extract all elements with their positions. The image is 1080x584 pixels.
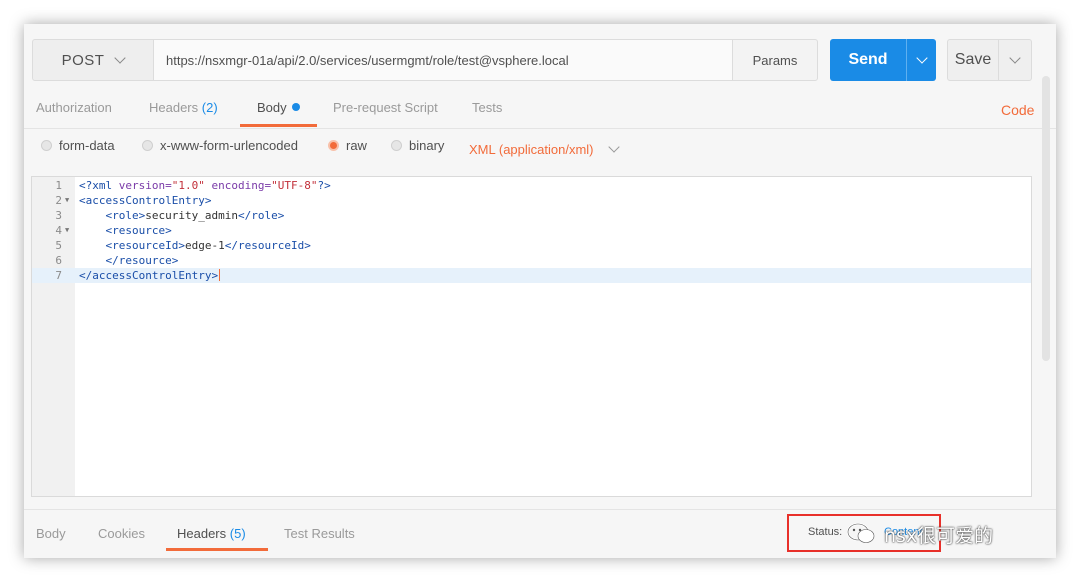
save-button[interactable]: Save [947, 39, 999, 81]
editor-line-current: 7 </accessControlEntry> [32, 268, 1031, 283]
body-indicator-dot [291, 103, 300, 111]
line-code: <resourceId>edge-1</resourceId> [105, 239, 311, 252]
status-label: Status: [808, 526, 843, 538]
response-tab-body[interactable]: Body [36, 526, 66, 541]
tab-headers-label: Headers [149, 100, 199, 115]
radio-urlencoded-label: x-www-form-urlencoded [160, 138, 298, 153]
content-type-label: XML (application/xml) [469, 142, 594, 157]
url-input[interactable]: https://nsxmgr-01a/api/2.0/services/user… [154, 39, 734, 81]
line-number: 5 [55, 239, 62, 252]
response-tab-headers-count: (5) [229, 526, 246, 541]
body-type-radios: form-data x-www-form-urlencoded raw bina… [24, 134, 1056, 164]
window-scrollbar[interactable] [1042, 76, 1050, 361]
body-editor[interactable]: 1 <?xml version="1.0" encoding="UTF-8"?>… [31, 176, 1032, 497]
chevron-down-icon [114, 51, 127, 64]
method-label: POST [61, 51, 105, 69]
line-number: 1 [55, 179, 62, 192]
line-code: <resource> [105, 224, 172, 237]
response-tab-headers-label: Headers [177, 526, 227, 541]
code-link[interactable]: Code [1001, 102, 1034, 118]
radio-circle [142, 140, 153, 151]
editor-line: 4 ▼ <resource> [32, 223, 1031, 238]
radio-binary[interactable]: binary [391, 138, 444, 153]
line-number: 3 [55, 209, 62, 222]
tab-prerequest-script[interactable]: Pre-request Script [333, 100, 438, 115]
line-code: <?xml version="1.0" encoding="UTF-8"?> [79, 179, 331, 192]
tab-tests[interactable]: Tests [472, 100, 502, 115]
fold-arrow-icon[interactable]: ▼ [65, 193, 69, 208]
radio-urlencoded[interactable]: x-www-form-urlencoded [142, 138, 298, 153]
line-number: 2 [55, 194, 62, 207]
radio-circle [391, 140, 402, 151]
divider [24, 128, 1056, 129]
tab-authorization[interactable]: Authorization [36, 100, 112, 115]
url-value: https://nsxmgr-01a/api/2.0/services/user… [166, 52, 569, 68]
line-number: 7 [55, 269, 62, 282]
line-code: <role>security_admin</role> [105, 209, 285, 222]
tab-body-label: Body [257, 100, 287, 115]
response-tab-cookies[interactable]: Cookies [98, 526, 145, 541]
chevron-down-icon [607, 141, 620, 153]
active-tab-indicator [240, 124, 317, 127]
editor-line: 3 <role>security_admin</role> [32, 208, 1031, 223]
radio-raw[interactable]: raw [328, 138, 367, 153]
postman-window: POST https://nsxmgr-01a/api/2.0/services… [24, 24, 1056, 558]
radio-raw-label: raw [346, 138, 367, 153]
radio-binary-label: binary [409, 138, 445, 153]
method-select[interactable]: POST [32, 39, 154, 81]
content-type-select[interactable]: XML (application/xml) [469, 141, 620, 157]
chevron-down-icon [915, 51, 928, 64]
wechat-icon [846, 522, 875, 543]
response-tab-headers[interactable]: Headers (5) [177, 526, 246, 541]
line-number: 6 [55, 254, 62, 267]
response-tab-test-results[interactable]: Test Results [284, 526, 355, 541]
editor-line: 6 </resource> [32, 253, 1031, 268]
active-tab-indicator [166, 548, 268, 551]
response-tabs: Body Cookies Headers (5) Test Results St… [24, 509, 1056, 558]
text-cursor [219, 269, 221, 281]
line-number: 4 [55, 224, 62, 237]
radio-circle-selected [328, 140, 339, 151]
radio-form-data-label: form-data [59, 138, 115, 153]
line-code: <accessControlEntry> [79, 194, 212, 207]
params-button[interactable]: Params [732, 39, 818, 81]
watermark-text: nsx很可爱的 [884, 525, 994, 547]
editor-line: 5 <resourceId>edge-1</resourceId> [32, 238, 1031, 253]
send-button[interactable]: Send [830, 39, 906, 81]
line-code: </resource> [105, 254, 179, 267]
tab-body[interactable]: Body [257, 100, 300, 115]
send-options-button[interactable] [906, 39, 936, 81]
radio-form-data[interactable]: form-data [41, 138, 115, 153]
editor-line: 2 ▼ <accessControlEntry> [32, 193, 1031, 208]
editor-line: 1 <?xml version="1.0" encoding="UTF-8"?> [32, 178, 1031, 193]
tab-headers-count: (2) [201, 100, 218, 115]
request-tabs: Authorization Headers (2) Body Pre-reque… [24, 96, 1056, 128]
tab-headers[interactable]: Headers (2) [149, 100, 218, 115]
radio-circle [41, 140, 52, 151]
save-options-button[interactable] [999, 39, 1032, 81]
chevron-down-icon [1009, 51, 1021, 64]
fold-arrow-icon[interactable]: ▼ [65, 223, 69, 238]
line-code: </accessControlEntry> [79, 269, 221, 282]
